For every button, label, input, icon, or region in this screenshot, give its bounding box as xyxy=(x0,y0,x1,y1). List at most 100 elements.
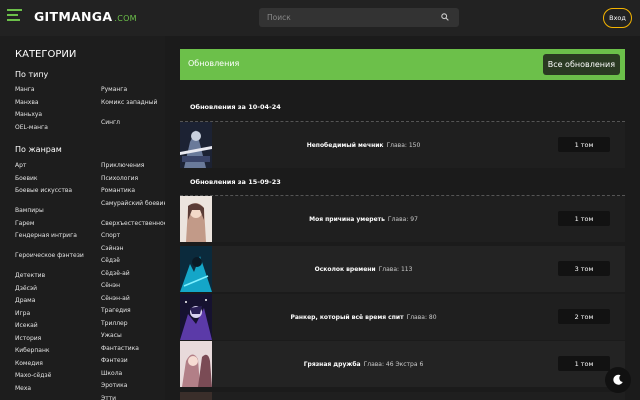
category-link[interactable]: Школа xyxy=(101,370,165,383)
category-link[interactable]: Махо-сёдзё xyxy=(15,372,95,385)
category-link[interactable]: Самурайский боевик xyxy=(101,200,165,220)
list-item[interactable]: Осколок времени Глава: 113 3 том xyxy=(180,246,625,292)
manga-cover[interactable] xyxy=(180,392,212,400)
manga-cover[interactable] xyxy=(180,122,212,168)
chapter-number: 150 xyxy=(408,141,421,149)
manga-title[interactable]: Осколок времени xyxy=(315,266,376,273)
categories-sidebar: КАТЕГОРИИ По типу Манга Манхва Маньхуа OEL-… xyxy=(0,36,165,400)
chapter-number: 46 Экстра 6 xyxy=(385,360,424,368)
category-link[interactable]: Сёдзё xyxy=(101,257,165,270)
date-label: Обновления за 10-04-24 xyxy=(190,103,281,111)
category-link[interactable]: Меха xyxy=(15,385,95,398)
chapter-number: 97 xyxy=(410,215,418,223)
search-box xyxy=(259,8,459,27)
category-link[interactable]: Игра xyxy=(15,310,95,323)
chapter-prefix: Глава: xyxy=(363,360,384,368)
all-updates-button[interactable]: Все обновления xyxy=(542,54,620,75)
chapter-prefix: Глава: xyxy=(378,265,400,273)
categories-title: КАТЕГОРИИ xyxy=(15,49,77,60)
category-link[interactable]: Сёнэн-ай xyxy=(101,295,165,308)
manga-cover[interactable] xyxy=(180,246,212,292)
category-link[interactable]: Сверхъестественное xyxy=(101,220,165,233)
list-item[interactable]: Грязная дружба Глава: 46 Экстра 6 1 том xyxy=(180,341,625,387)
theme-toggle-button[interactable] xyxy=(605,367,631,393)
genre-list-left: Арт Боевик Боевые искусства Вампиры Гарем Ген… xyxy=(15,162,95,397)
category-link[interactable]: Гарем xyxy=(15,220,95,233)
chapter-info: Глава: 97 xyxy=(388,216,418,223)
logo-suffix-text: .COM xyxy=(114,14,137,23)
type-list-left: Манга Манхва Маньхуа OEL-манга xyxy=(15,86,95,136)
category-link[interactable]: Фантастика xyxy=(101,345,165,358)
type-list-right: Руманга Комикс западный Сингл xyxy=(101,86,165,131)
category-link[interactable]: Комедия xyxy=(15,360,95,373)
by-genre-title: По жанрам xyxy=(15,145,62,154)
chapter-info: Глава: 80 xyxy=(407,314,437,321)
category-link[interactable]: Комикс западный xyxy=(101,99,165,119)
manga-title[interactable]: Грязная дружба xyxy=(304,361,361,368)
manga-title[interactable]: Непобедимый мечник xyxy=(307,142,384,149)
category-link[interactable]: Манга xyxy=(15,86,95,99)
category-link[interactable]: Боевик xyxy=(15,175,95,188)
category-link[interactable]: Спорт xyxy=(101,232,165,245)
category-link[interactable]: Вампиры xyxy=(15,207,95,220)
category-link[interactable]: Гендерная интрига xyxy=(15,232,95,252)
manga-title[interactable]: Моя причина умереть xyxy=(309,216,385,223)
list-item[interactable]: Моя причина умереть Глава: 97 1 том xyxy=(180,196,625,242)
updates-title: Обновления xyxy=(188,59,240,68)
volume-button[interactable]: 2 том xyxy=(558,309,610,324)
category-link[interactable]: Ужасы xyxy=(101,332,165,345)
chapter-number: 113 xyxy=(400,265,413,273)
category-link[interactable]: Боевые искусства xyxy=(15,187,95,207)
category-link[interactable]: Эротика xyxy=(101,382,165,395)
search-icon[interactable] xyxy=(441,13,449,21)
category-link[interactable]: Детектив xyxy=(15,272,95,285)
category-link[interactable]: Триллер xyxy=(101,320,165,333)
search-input[interactable] xyxy=(259,8,439,27)
genre-list-right: Приключения Психология Романтика Самурайски… xyxy=(101,162,165,400)
category-link[interactable]: Сингл xyxy=(101,119,165,132)
category-link[interactable]: Приключения xyxy=(101,162,165,175)
chapter-prefix: Глава: xyxy=(387,215,409,223)
chapter-number: 80 xyxy=(428,313,437,321)
category-link[interactable]: Арт xyxy=(15,162,95,175)
volume-button[interactable]: 3 том xyxy=(558,261,610,276)
category-link[interactable]: Фэнтези xyxy=(101,357,165,370)
category-link[interactable]: Исекай xyxy=(15,322,95,335)
list-item[interactable] xyxy=(180,392,625,400)
category-link[interactable]: Этти xyxy=(101,395,165,400)
manga-cover[interactable] xyxy=(180,196,212,242)
category-link[interactable]: Романтика xyxy=(101,187,165,200)
updates-panel: Обновления Все обновления Обновления за … xyxy=(165,36,640,400)
category-link[interactable]: Сёнэн xyxy=(101,282,165,295)
category-link[interactable]: Героическое фэнтези xyxy=(15,252,95,272)
chapter-info: Глава: 46 Экстра 6 xyxy=(364,361,424,368)
category-link[interactable]: OEL-манга xyxy=(15,124,95,137)
category-link[interactable]: Руманга xyxy=(101,86,165,99)
top-header: GITMANGA.COM Вход xyxy=(0,0,640,36)
site-logo[interactable]: GITMANGA .COM xyxy=(34,9,137,24)
manga-cover[interactable] xyxy=(180,294,212,340)
chapter-info: Глава: 113 xyxy=(379,266,413,273)
chapter-prefix: Глава: xyxy=(386,141,407,149)
category-link[interactable]: Манхва xyxy=(15,99,95,112)
category-link[interactable]: Дзёсэй xyxy=(15,285,95,298)
chapter-info: Глава: 150 xyxy=(387,142,421,149)
category-link[interactable]: Трагедия xyxy=(101,307,165,320)
category-link[interactable]: Маньхуа xyxy=(15,111,95,124)
category-link[interactable]: Сэйнэн xyxy=(101,245,165,258)
category-link[interactable]: Сёдзё-ай xyxy=(101,270,165,283)
category-link[interactable]: Психология xyxy=(101,175,165,188)
category-link[interactable]: Драма xyxy=(15,297,95,310)
volume-button[interactable]: 1 том xyxy=(558,137,610,152)
volume-button[interactable]: 1 том xyxy=(558,356,610,371)
list-item[interactable]: Ранкер, который всё время спит Глава: 80… xyxy=(180,294,625,340)
volume-button[interactable]: 1 том xyxy=(558,211,610,226)
list-item[interactable]: Непобедимый мечник Глава: 150 1 том xyxy=(180,122,625,168)
manga-cover[interactable] xyxy=(180,341,212,387)
updates-header-bar: Обновления Все обновления xyxy=(180,49,625,80)
login-button[interactable]: Вход xyxy=(603,8,632,28)
manga-title[interactable]: Ранкер, который всё время спит xyxy=(290,314,403,321)
hamburger-menu-icon[interactable] xyxy=(7,9,22,23)
category-link[interactable]: Киберпанк xyxy=(15,347,95,360)
category-link[interactable]: История xyxy=(15,335,95,348)
